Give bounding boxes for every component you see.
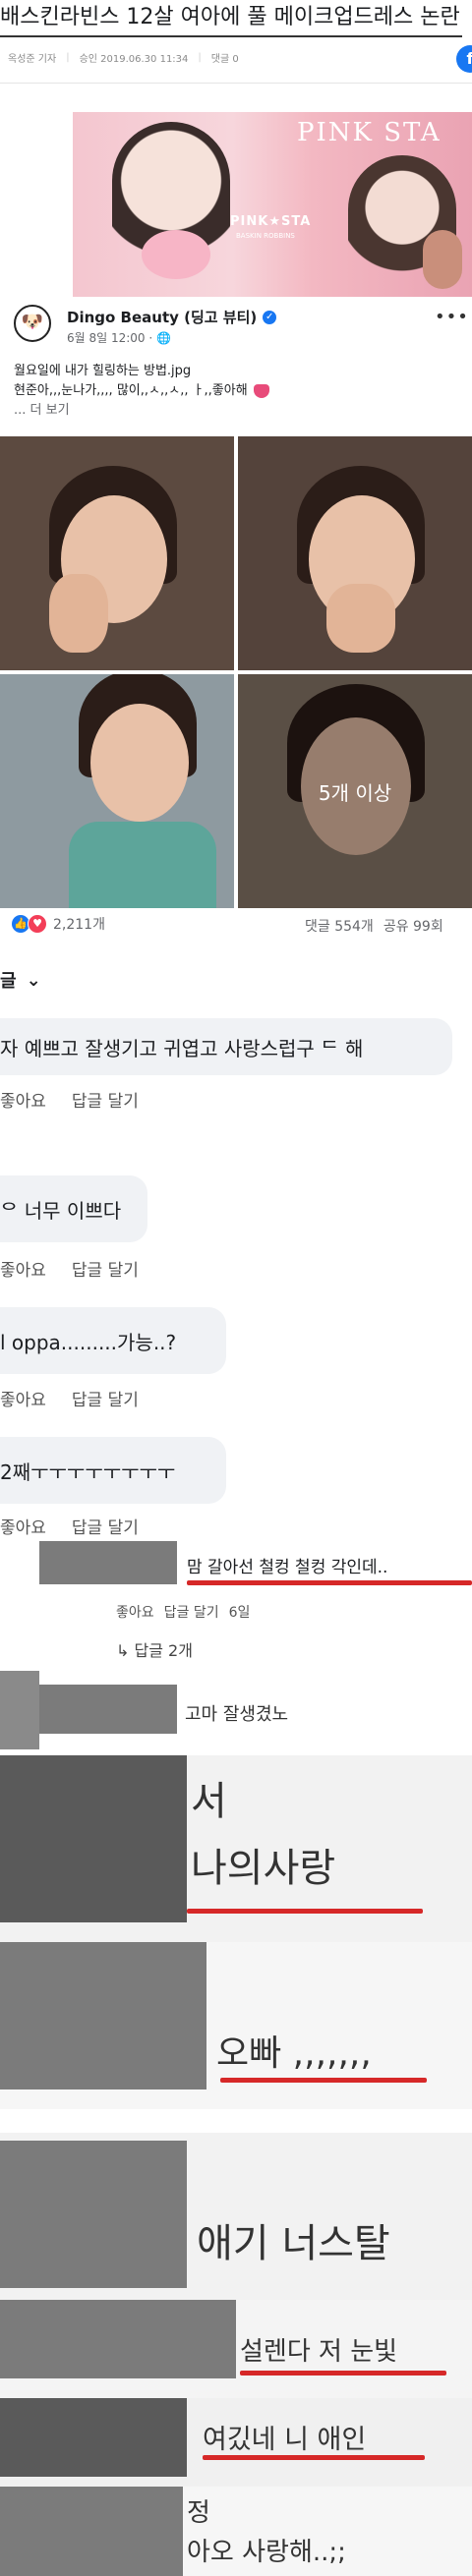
redacted-avatar <box>0 1671 39 1749</box>
comment-text-3: l oppa.........가능..? <box>0 1330 177 1354</box>
ad-banner-image: PINK★STA BASKIN ROBBINS PINK STA <box>73 112 472 297</box>
comment-bubble-3: l oppa.........가능..? <box>0 1307 226 1374</box>
like-button[interactable]: 좋아요 <box>0 1256 46 1281</box>
redacted-username <box>39 1685 177 1734</box>
like-button[interactable]: 좋아요 <box>116 1602 154 1622</box>
comment-actions-2: 좋아요 답글 달기 <box>0 1256 139 1281</box>
highlight-underline <box>187 1580 472 1585</box>
post-photo-4[interactable]: 5개 이상 <box>238 674 472 908</box>
publish-date: 승인 2019.06.30 11:34 <box>79 53 189 65</box>
see-more-link[interactable]: ... 더 보기 <box>14 401 456 421</box>
like-button[interactable]: 좋아요 <box>0 1087 46 1112</box>
comment-text-8: 오빠 ,,,,,,, <box>216 2033 372 2074</box>
heart-icon <box>253 384 269 398</box>
chevron-down-icon[interactable]: ⌄ <box>27 970 41 991</box>
comment-text-5: 맘 갈아선 철컹 철컹 각인데.. <box>187 1558 388 1577</box>
comment-text-7a: 서 <box>191 1779 227 1824</box>
article-meta: 옥성준 기자 | 승인 2019.06.30 11:34 | 댓글 0 <box>0 45 239 69</box>
article-title: 배스킨라빈스 12살 여아에 풀 메이크업드레스 논란 <box>0 5 460 29</box>
comment-meta-5: 좋아요 답글 달기 6일 <box>116 1602 250 1622</box>
redacted-user-block <box>0 2398 187 2477</box>
comment-bubble-4: 2째ㅜㅜㅜㅜㅜㅜㅜㅜ <box>0 1437 226 1504</box>
reply-button[interactable]: 답글 달기 <box>72 1256 139 1281</box>
page-name-row[interactable]: Dingo Beauty (딩고 뷰티) ✓ <box>67 307 277 327</box>
view-replies-link[interactable]: ↳ 답글 2개 <box>116 1637 193 1661</box>
post-photo-1[interactable] <box>0 436 234 670</box>
comment-text-12b: 아오 사랑해..;; <box>187 2538 346 2567</box>
redacted-user-block <box>0 1755 187 1922</box>
page-avatar[interactable]: 🐶 <box>14 305 51 342</box>
comment-text-4: 2째ㅜㅜㅜㅜㅜㅜㅜㅜ <box>0 1460 176 1484</box>
title-underline <box>0 35 462 37</box>
post-photo-2[interactable] <box>238 436 472 670</box>
post-photo-3[interactable] <box>0 674 234 908</box>
verified-icon: ✓ <box>263 310 277 324</box>
redacted-user-block <box>0 1942 206 2089</box>
engagement-counts: 댓글 554개 공유 99회 <box>305 916 443 936</box>
redacted-user-block <box>0 2300 236 2378</box>
comment-text-11: 여깄네 니 애인 <box>203 2425 367 2455</box>
comment-actions-1: 좋아요 답글 달기 <box>0 1087 139 1112</box>
reactions-count[interactable]: 2,211개 <box>53 914 105 934</box>
brand-logo-small: PINK★STA <box>230 214 312 229</box>
comment-bubble-1: 자 예쁘고 잘생기고 귀엽고 사랑스럽구 ᄃ 해 <box>0 1018 452 1075</box>
reporter-name[interactable]: 옥성준 기자 <box>8 50 56 65</box>
redacted-user-block <box>0 2141 187 2288</box>
reply-button[interactable]: 답글 달기 <box>72 1386 139 1410</box>
comment-text-1: 자 예쁘고 잘생기고 귀엽고 사랑스럽구 ᄃ 해 <box>0 1036 364 1060</box>
comment-actions-3: 좋아요 답글 달기 <box>0 1386 139 1410</box>
comment-text-10: 설렌다 저 눈빛 <box>240 2337 398 2367</box>
highlight-underline <box>203 2455 425 2460</box>
post-line-2-row: 현준아,,,눈나가,,,, 많이,,ㅅ,,ㅅ,, ㅏ,,좋아해 <box>14 381 456 401</box>
divider: | <box>198 51 202 63</box>
ice-cream-image <box>142 230 210 279</box>
ice-cream-image <box>423 230 462 289</box>
redacted-username <box>39 1541 177 1584</box>
highlight-underline <box>220 2078 427 2083</box>
comment-bubble-2: ᄋ 너무 이쁘다 <box>0 1175 148 1242</box>
brand-logo-large: PINK STA <box>297 118 442 147</box>
comment-time: 6일 <box>228 1605 251 1621</box>
reply-button[interactable]: 답글 달기 <box>72 1087 139 1112</box>
share-count-link[interactable]: 공유 99회 <box>384 916 443 936</box>
post-line-2: 현준아,,,눈나가,,,, 많이,,ㅅ,,ㅅ,, ㅏ,,좋아해 <box>14 383 248 398</box>
comment-count[interactable]: 댓글 0 <box>211 50 239 65</box>
facebook-icon[interactable]: f <box>456 45 472 73</box>
comment-text-2: ᄋ 너무 이쁘다 <box>0 1198 122 1223</box>
reactions-summary[interactable]: 👍 ♥ 2,211개 <box>12 914 105 934</box>
more-photos-label[interactable]: 5개 이상 <box>319 777 391 806</box>
comment-count-link[interactable]: 댓글 554개 <box>305 916 374 936</box>
more-options-icon[interactable]: ••• <box>435 307 469 327</box>
like-button[interactable]: 좋아요 <box>0 1386 46 1410</box>
comment-text-6: 고마 잘생겼노 <box>185 1704 289 1725</box>
comment-text-7b: 나의사랑 <box>191 1846 336 1891</box>
divider: | <box>66 51 70 63</box>
comment-text-12a: 정 <box>187 2498 210 2528</box>
love-reaction-icon: ♥ <box>28 914 47 934</box>
brand-subtitle: BASKIN ROBBINS <box>236 232 295 240</box>
highlight-underline <box>187 1909 423 1914</box>
post-text: 월요일에 내가 힐링하는 방법.jpg 현준아,,,눈나가,,,, 많이,,ㅅ,… <box>14 362 456 421</box>
sort-label[interactable]: 글 <box>0 967 17 993</box>
page-name[interactable]: Dingo Beauty (딩고 뷰티) <box>67 307 257 327</box>
divider <box>0 83 472 84</box>
comment-sort-selector[interactable]: 글 ⌄ <box>0 967 41 993</box>
post-line-1: 월요일에 내가 힐링하는 방법.jpg <box>14 364 192 378</box>
redacted-user-block <box>0 2487 183 2576</box>
comment-text-9: 애기 너스탈 <box>197 2221 390 2266</box>
highlight-underline <box>240 2371 446 2376</box>
post-date[interactable]: 6월 8일 12:00 · 🌐 <box>67 329 171 346</box>
reply-button[interactable]: 답글 달기 <box>164 1602 219 1622</box>
more-photos-overlay[interactable]: 5개 이상 <box>238 674 472 908</box>
